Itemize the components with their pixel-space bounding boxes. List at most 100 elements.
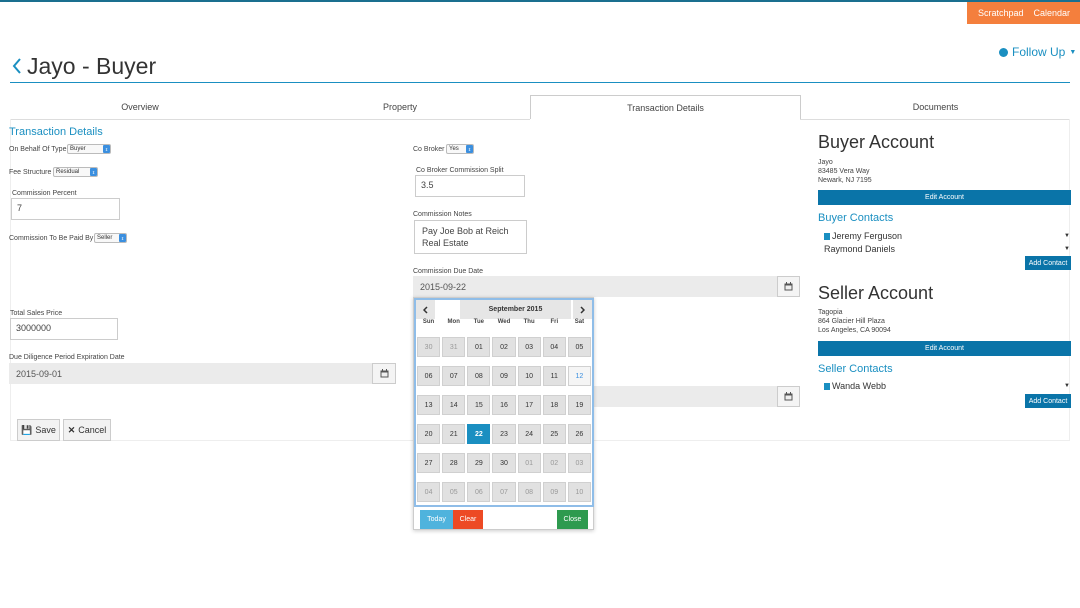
day-cell[interactable]: 19 <box>567 395 591 415</box>
day-cell[interactable]: 25 <box>542 424 566 444</box>
due-diligence-input[interactable]: 2015-09-01 <box>9 363 374 384</box>
day-cell[interactable]: 08 <box>467 366 491 386</box>
on-behalf-select[interactable]: Buyer ⇕ <box>67 144 111 154</box>
next-month-button[interactable] <box>573 300 592 319</box>
caret-down-icon[interactable]: ▼ <box>1064 246 1070 252</box>
day-cell[interactable]: 06 <box>417 366 441 386</box>
day-cell[interactable]: 31 <box>442 337 466 357</box>
day-cell[interactable]: 24 <box>517 424 541 444</box>
calendar-icon[interactable] <box>777 386 800 407</box>
caret-down-icon[interactable]: ▼ <box>1064 383 1070 389</box>
calendar-icon[interactable] <box>372 363 396 384</box>
day-cell[interactable]: 16 <box>492 395 516 415</box>
seller-edit-account-button[interactable]: Edit Account <box>818 341 1071 356</box>
date-input-partial[interactable] <box>593 386 779 407</box>
day-cell[interactable]: 17 <box>517 395 541 415</box>
co-broker-split-input[interactable]: 3.5 <box>415 175 525 197</box>
seller-add-contact-button[interactable]: Add Contact <box>1025 394 1071 408</box>
day-cell[interactable]: 01 <box>467 337 491 357</box>
day-cell[interactable]: 06 <box>467 482 491 502</box>
day-cell[interactable]: 07 <box>442 366 466 386</box>
co-broker-label: Co Broker <box>413 146 445 153</box>
day-cell[interactable]: 12 <box>567 366 591 386</box>
total-sales-input[interactable]: 3000000 <box>10 318 118 340</box>
scratchpad-button[interactable]: Scratchpad <box>978 8 1024 18</box>
buyer-contact-item[interactable]: Jeremy Ferguson ▼ <box>824 231 1070 241</box>
today-button[interactable]: Today <box>420 510 453 529</box>
follow-up-dropdown[interactable]: Follow Up ▼ <box>999 45 1076 59</box>
due-diligence-label: Due Diligence Period Expiration Date <box>9 354 125 361</box>
day-cell[interactable]: 04 <box>417 482 441 502</box>
day-cell[interactable]: 10 <box>517 366 541 386</box>
seller-contact-item[interactable]: Wanda Webb ▼ <box>824 381 1070 391</box>
seller-contacts-title: Seller Contacts <box>818 363 893 375</box>
status-dot-icon <box>999 47 1008 57</box>
fee-structure-select[interactable]: Residual ⇕ <box>53 167 98 177</box>
day-cell[interactable]: 15 <box>467 395 491 415</box>
select-arrows-icon: ⇕ <box>103 145 110 153</box>
day-cell[interactable]: 30 <box>417 337 441 357</box>
day-cell[interactable]: 14 <box>442 395 466 415</box>
day-cell[interactable]: 02 <box>542 453 566 473</box>
day-cell[interactable]: 26 <box>567 424 591 444</box>
total-sales-label: Total Sales Price <box>10 310 63 317</box>
prev-month-button[interactable] <box>416 300 435 319</box>
day-cell[interactable]: 30 <box>492 453 516 473</box>
day-cell[interactable]: 28 <box>442 453 466 473</box>
day-cell[interactable]: 05 <box>442 482 466 502</box>
day-cell[interactable]: 18 <box>542 395 566 415</box>
day-cell[interactable]: 13 <box>417 395 441 415</box>
weekday-label: Thu <box>523 319 535 325</box>
seller-street: 864 Glacier Hill Plaza <box>818 318 885 325</box>
day-cell[interactable]: 02 <box>492 337 516 357</box>
day-cell[interactable]: 10 <box>567 482 591 502</box>
seller-city: Los Angeles, CA 90094 <box>818 327 891 334</box>
calendar-icon[interactable] <box>777 276 800 297</box>
day-cell[interactable]: 07 <box>492 482 516 502</box>
save-label: Save <box>35 425 56 435</box>
day-cell[interactable]: 11 <box>542 366 566 386</box>
day-cell[interactable]: 29 <box>467 453 491 473</box>
cancel-button[interactable]: ✕ Cancel <box>63 419 111 441</box>
day-cell[interactable]: 04 <box>542 337 566 357</box>
calendar-button[interactable]: Calendar <box>1033 8 1070 18</box>
day-cell[interactable]: 09 <box>492 366 516 386</box>
day-cell[interactable]: 20 <box>417 424 441 444</box>
day-cell[interactable]: 27 <box>417 453 441 473</box>
clear-button[interactable]: Clear <box>453 510 483 529</box>
buyer-add-contact-button[interactable]: Add Contact <box>1025 256 1071 270</box>
save-button[interactable]: 💾 Save <box>17 419 60 441</box>
tab-property[interactable]: Property <box>270 95 530 119</box>
weekday-label: Wed <box>497 319 511 325</box>
document-icon <box>824 232 830 240</box>
buyer-edit-account-button[interactable]: Edit Account <box>818 190 1071 205</box>
day-cell[interactable]: 05 <box>567 337 591 357</box>
notes-textarea[interactable]: Pay Joe Bob at Reich Real Estate <box>414 220 527 254</box>
day-cell[interactable]: 03 <box>567 453 591 473</box>
close-button[interactable]: Close <box>557 510 588 529</box>
paid-by-value: Seller <box>97 235 113 241</box>
day-cell[interactable]: 01 <box>517 453 541 473</box>
buyer-contact-item[interactable]: Raymond Daniels ▼ <box>824 244 1070 254</box>
tab-transaction-details[interactable]: Transaction Details <box>530 95 801 119</box>
datepicker-popup: September 2015 Sun Mon Tue Wed Thu Fri Sat 30 3… <box>413 297 594 530</box>
day-cell[interactable]: 21 <box>442 424 466 444</box>
back-chevron-icon[interactable] <box>10 53 22 79</box>
due-date-input[interactable]: 2015-09-22 <box>413 276 779 297</box>
caret-down-icon[interactable]: ▼ <box>1064 233 1070 239</box>
paid-by-select[interactable]: Seller ⇕ <box>94 233 127 243</box>
tab-overview[interactable]: Overview <box>10 95 270 119</box>
tab-documents[interactable]: Documents <box>801 95 1070 119</box>
day-cell[interactable]: 08 <box>517 482 541 502</box>
top-border <box>0 0 1080 2</box>
day-cell[interactable]: 03 <box>517 337 541 357</box>
commission-percent-input[interactable]: 7 <box>11 198 120 220</box>
select-arrows-icon: ⇕ <box>466 145 473 153</box>
day-cell[interactable]: 22 <box>467 424 491 444</box>
day-cell[interactable]: 23 <box>492 424 516 444</box>
co-broker-select[interactable]: Yes ⇕ <box>446 144 474 154</box>
day-cell[interactable]: 09 <box>542 482 566 502</box>
on-behalf-label: On Behalf Of Type <box>9 146 67 153</box>
month-label[interactable]: September 2015 <box>460 300 571 319</box>
buyer-city: Newark, NJ 7195 <box>818 177 872 184</box>
